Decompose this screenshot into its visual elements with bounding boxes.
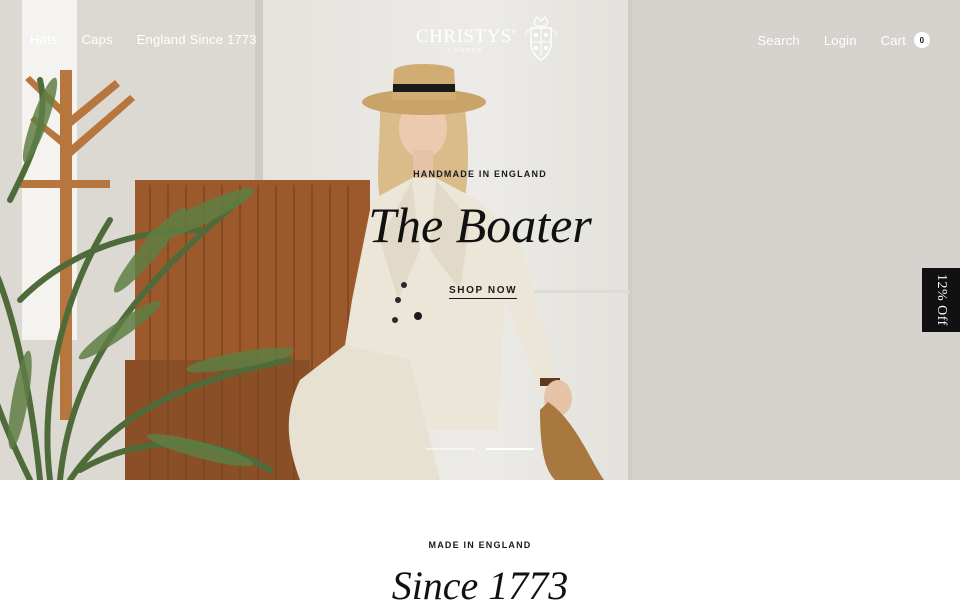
logo-wordmark: CHRISTYS'	[416, 25, 516, 47]
slideshow-indicators	[426, 448, 534, 450]
nav-link-england-since-1773[interactable]: England Since 1773	[137, 32, 257, 47]
royal-crest-icon	[524, 16, 558, 61]
discount-tab-label: 12% Off	[934, 274, 949, 326]
hero-banner: Hats Caps England Since 1773 CHRISTYS' L…	[0, 0, 960, 480]
cart-count-badge: 0	[914, 32, 930, 48]
nav-link-caps[interactable]: Caps	[82, 32, 113, 47]
hero-eyebrow: HANDMADE IN ENGLAND	[413, 169, 547, 179]
section-eyebrow: MADE IN ENGLAND	[428, 540, 532, 550]
shop-now-button[interactable]: SHOP NOW	[449, 285, 518, 299]
nav-link-hats[interactable]: Hats	[30, 32, 58, 47]
hero-title: The Boater	[368, 197, 592, 253]
brand-logo[interactable]: CHRISTYS' LONDON	[416, 16, 558, 64]
logo-text: CHRISTYS' LONDON	[416, 27, 516, 54]
nav-left-menu: Hats Caps England Since 1773	[30, 32, 257, 47]
logo-subtitle: LONDON	[448, 47, 484, 54]
slide-indicator-1[interactable]	[426, 448, 474, 450]
heritage-section: MADE IN ENGLAND Since 1773	[0, 480, 960, 600]
search-link[interactable]: Search	[757, 33, 799, 48]
top-navigation: Hats Caps England Since 1773 CHRISTYS' L…	[0, 0, 960, 80]
cart-link[interactable]: Cart 0	[881, 32, 930, 48]
login-link[interactable]: Login	[824, 33, 857, 48]
cart-label: Cart	[880, 32, 906, 48]
discount-tab[interactable]: 12% Off	[922, 268, 960, 332]
slide-indicator-2-active[interactable]	[486, 448, 534, 450]
section-title: Since 1773	[391, 563, 569, 600]
nav-right-menu: Search Login Cart 0	[757, 32, 930, 48]
